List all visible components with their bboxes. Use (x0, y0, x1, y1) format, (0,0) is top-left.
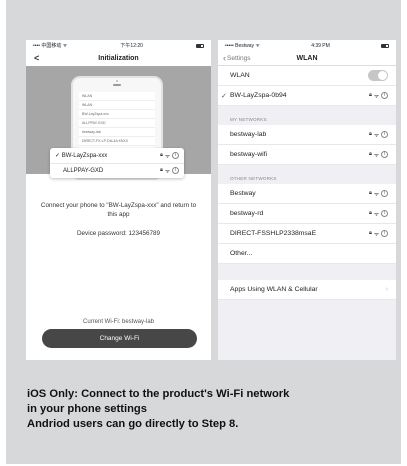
my-networks-header: MY NETWORKS (230, 117, 267, 122)
popup-network-label: ALLPPAY-GXD (63, 168, 104, 174)
mini-row: bestway-lab (79, 128, 155, 137)
speaker-notch (113, 84, 121, 86)
popup-network-row[interactable]: ALLPPAY-GXD 🔒︎ ᯤ i (50, 163, 184, 178)
mini-row: ALLPPAY-GXD (79, 119, 155, 128)
back-chevron-icon: ‹ (223, 53, 226, 63)
network-row[interactable]: DIRECT-FSSHLP2338msaE 🔒︎ ᯤ i (218, 224, 396, 244)
info-icon[interactable]: i (381, 150, 388, 158)
connect-instruction: Connect your phone to "BW-LayZspa-xxx" a… (40, 202, 197, 218)
instruction-panel: •••• 中国移动 ᯤ 下午12:20 < Initialization WLA… (6, 0, 401, 464)
wifi-icon: ᯤ (373, 231, 379, 238)
caption-line: in your phone settings (27, 403, 147, 416)
wifi-popup: ✓ BW-LayZspa-xxx 🔒︎ ᯤ i ALLPPAY-GXD 🔒︎ ᯤ i (50, 148, 184, 178)
page-title: Initialization (98, 55, 139, 62)
back-chevron-icon[interactable]: < (34, 53, 39, 63)
info-icon[interactable]: i (381, 189, 388, 197)
info-icon[interactable]: i (381, 91, 388, 99)
lock-icon: 🔒︎ (369, 150, 372, 157)
mini-row: DIRECT-FX-LP-D4L4A KNXX (79, 137, 155, 146)
nav-bar: < Initialization (26, 51, 211, 66)
network-row[interactable]: bestway-rd 🔒︎ ᯤ i (218, 204, 396, 224)
wifi-icon: ᯤ (373, 191, 379, 198)
wifi-icon: ᯤ (373, 152, 379, 159)
lock-icon: 🔒︎ (369, 91, 372, 98)
battery-icon (381, 43, 389, 48)
wlan-toggle-row: WLAN (218, 66, 396, 86)
info-icon: i (172, 167, 179, 174)
time-text: 4:39 PM (311, 42, 330, 49)
status-bar: ••••• Bestway ᯤ 4:39 PM (218, 40, 396, 51)
other-networks-header: OTHER NETWORKS (230, 176, 277, 181)
status-bar: •••• 中国移动 ᯤ 下午12:20 (26, 40, 211, 51)
battery-icon (196, 43, 204, 48)
mini-row: BW-LayZspa-xxx (79, 110, 155, 119)
lock-icon: 🔒︎ (369, 209, 372, 216)
lock-icon: 🔒︎ (369, 229, 372, 236)
wifi-icon: ᯤ (373, 93, 379, 100)
popup-network-label: ✓ BW-LayZspa-xxx (55, 153, 108, 159)
network-row[interactable]: Bestway 🔒︎ ᯤ i (218, 184, 396, 204)
wlan-toggle-switch[interactable] (368, 70, 388, 81)
app-screenshot: •••• 中国移动 ᯤ 下午12:20 < Initialization WLA… (26, 40, 211, 360)
camera-dot (116, 80, 118, 82)
lock-icon: 🔒︎ (160, 151, 163, 158)
other-network-row[interactable]: Other... (218, 244, 396, 264)
connected-network-row[interactable]: ✓ BW-LayZspa-0b94 🔒︎ ᯤ i (218, 86, 396, 106)
caption-line: Andriod users can go directly to Step 8. (27, 418, 239, 431)
chevron-right-icon: › (385, 286, 388, 293)
nav-bar: ‹ Settings WLAN (218, 51, 396, 66)
wifi-icon: ᯤ (373, 211, 379, 218)
lock-icon: 🔒︎ (369, 130, 372, 137)
current-wifi-text: Current Wi-Fi: bestway-lab (82, 319, 154, 325)
network-row[interactable]: bestway-wifi 🔒︎ ᯤ i (218, 145, 396, 165)
caption-line: iOS Only: Connect to the product's Wi-Fi… (27, 388, 290, 400)
checkmark-icon: ✓ (55, 153, 62, 159)
password-value: 123456789 (128, 230, 160, 237)
instruction-caption: iOS Only: Connect to the product's Wi-Fi… (27, 387, 397, 432)
apps-using-wlan-row[interactable]: Apps Using WLAN & Cellular › (218, 280, 396, 300)
mini-row: WLAN (79, 101, 155, 110)
network-row[interactable]: bestway-lab 🔒︎ ᯤ i (218, 125, 396, 145)
wifi-icon: ᯤ (373, 132, 379, 139)
info-icon[interactable]: i (381, 130, 388, 138)
lock-icon: 🔒︎ (369, 189, 372, 196)
wifi-icon: ᯤ (164, 153, 170, 160)
info-icon: i (172, 151, 179, 159)
device-password: Device password: 123456789 (77, 230, 160, 237)
wifi-icon: ᯤ (164, 169, 170, 175)
lock-icon: 🔒︎ (160, 167, 163, 173)
change-wifi-button[interactable]: Change Wi-Fi (42, 329, 197, 348)
info-icon[interactable]: i (381, 229, 388, 237)
popup-network-row[interactable]: ✓ BW-LayZspa-xxx 🔒︎ ᯤ i (50, 148, 184, 163)
ios-settings-screenshot: ••••• Bestway ᯤ 4:39 PM ‹ Settings WLAN W… (218, 40, 396, 360)
checkmark-icon: ✓ (221, 92, 227, 100)
settings-back-button[interactable]: ‹ Settings (218, 53, 251, 63)
time-text: 下午12:20 (120, 43, 143, 49)
mini-row: WLAN (79, 92, 155, 101)
carrier-text: •••• 中国移动 ᯤ (33, 43, 68, 49)
carrier-text: ••••• Bestway ᯤ (225, 42, 260, 49)
info-icon[interactable]: i (381, 209, 388, 217)
illustration-area: WLAN WLAN BW-LayZspa-xxx ALLPPAY-GXD bes… (26, 66, 211, 180)
